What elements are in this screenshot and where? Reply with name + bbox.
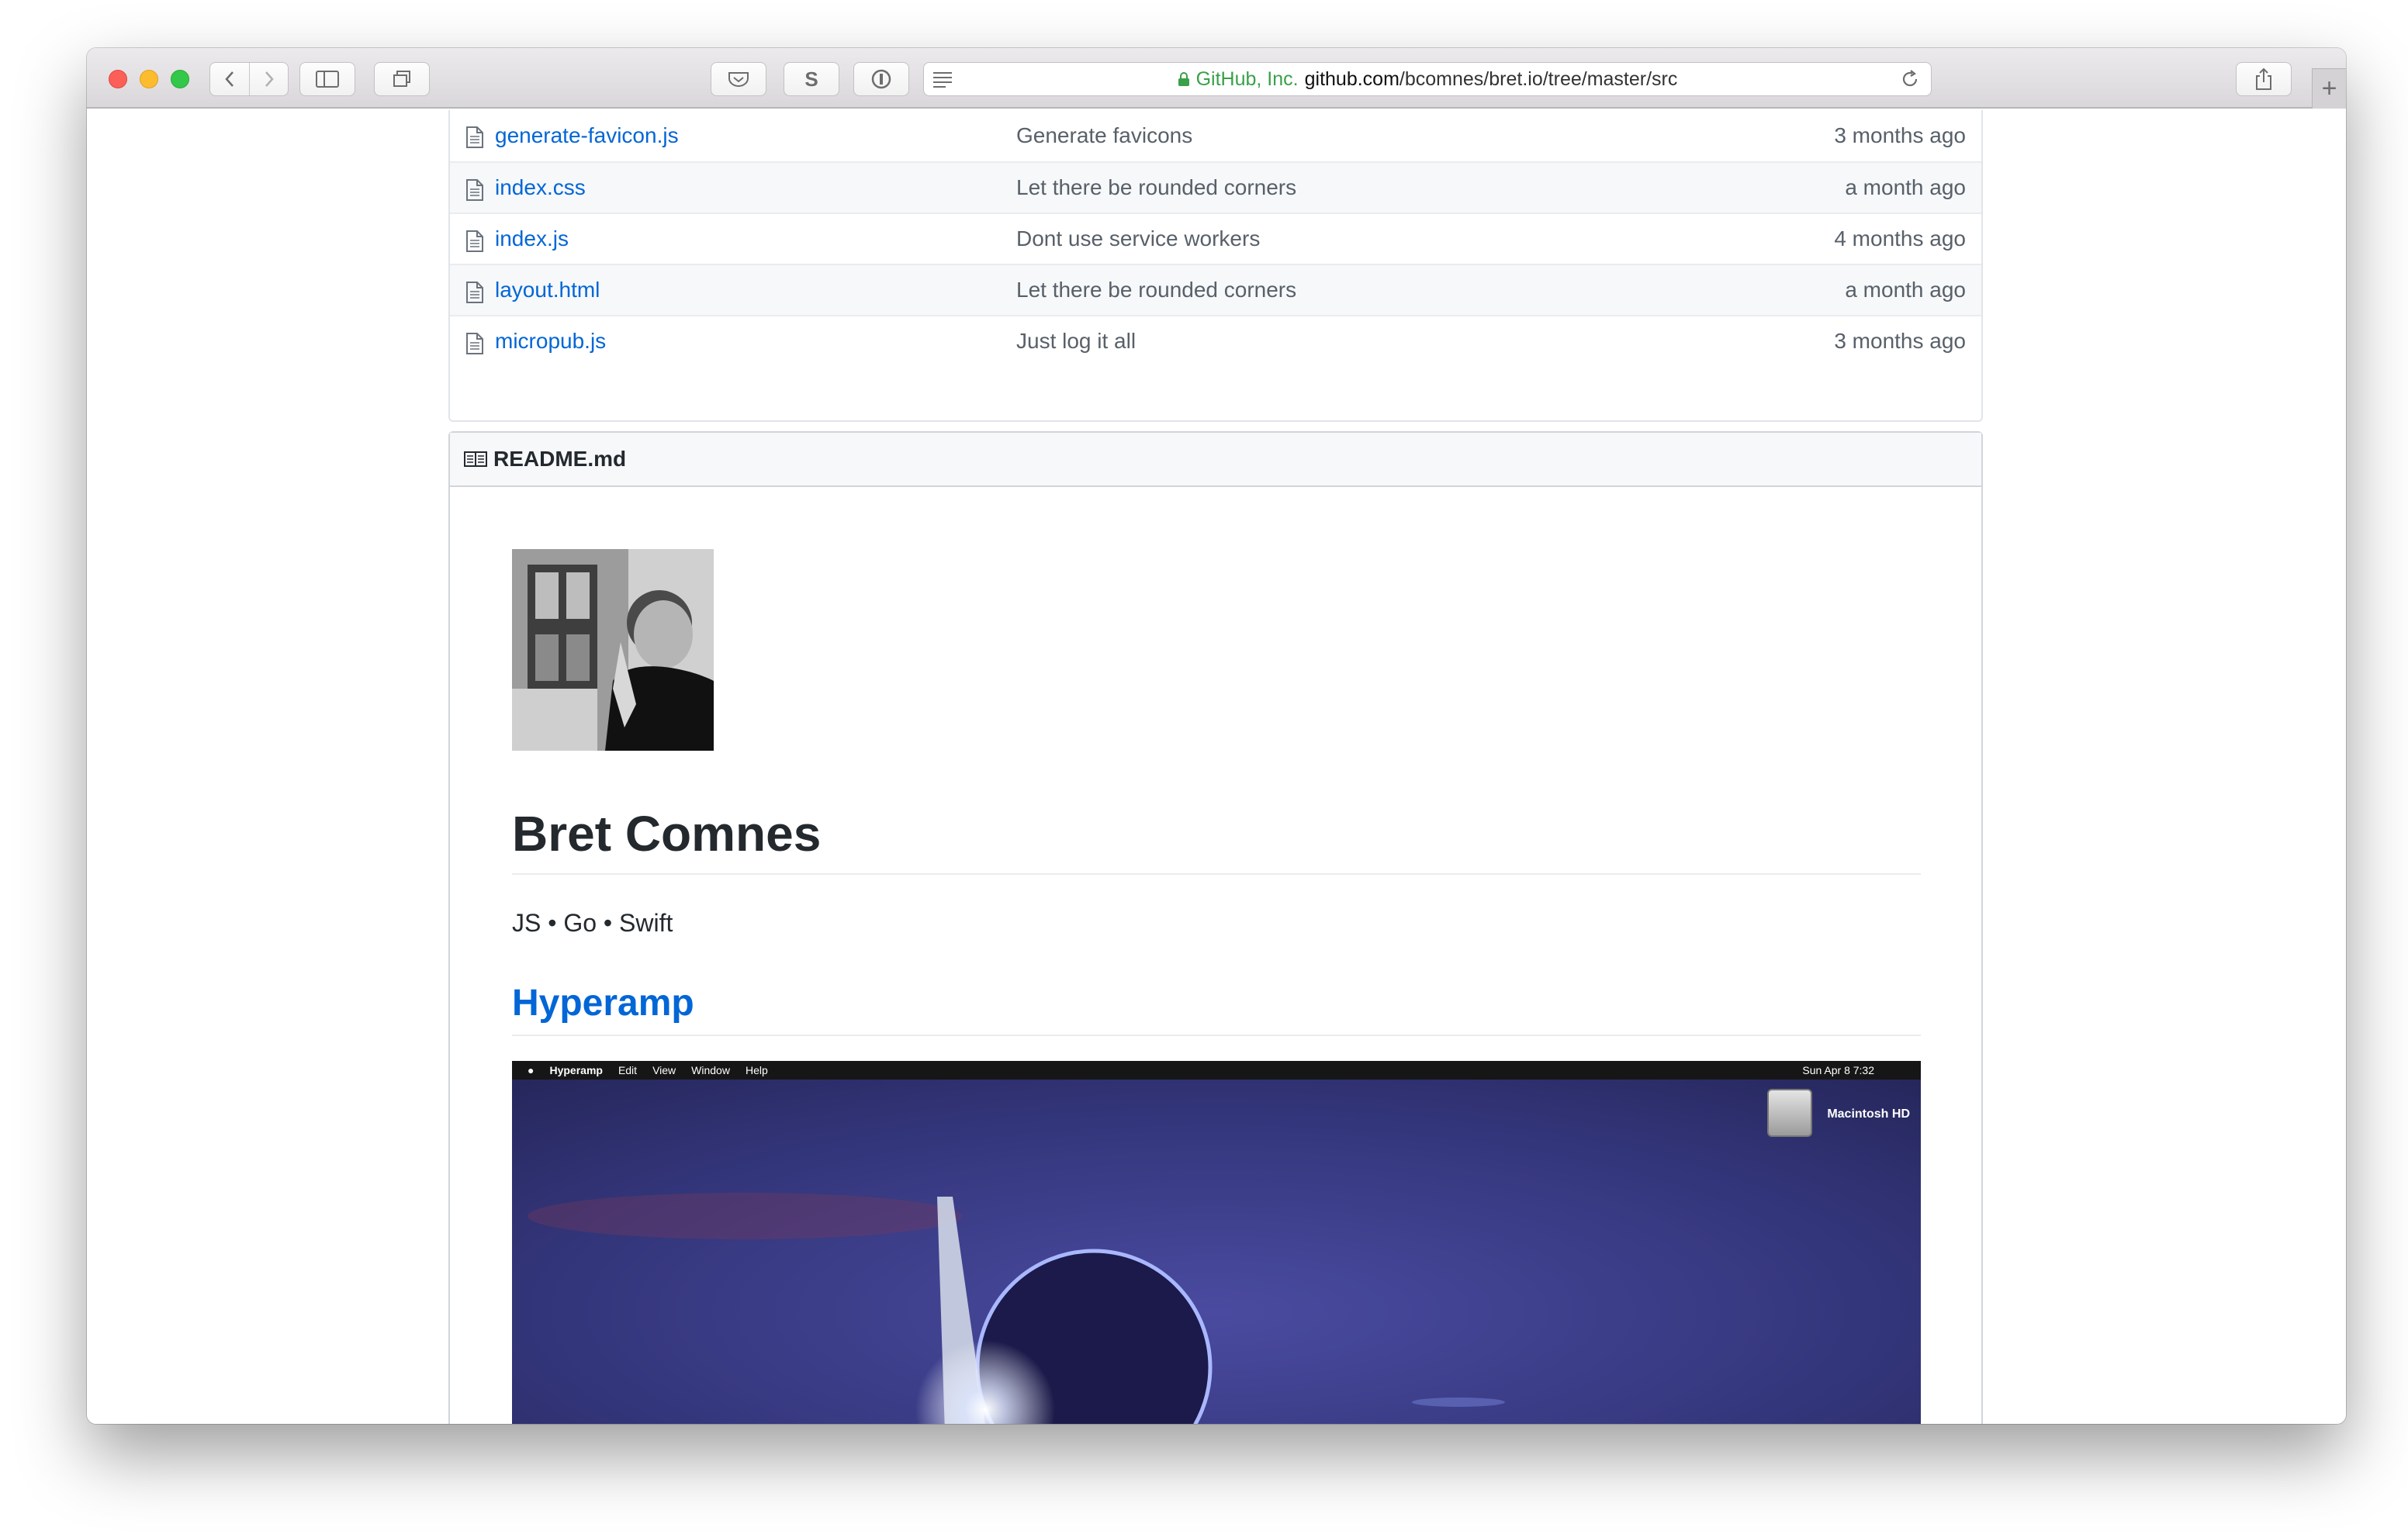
screenshot-menu-view: View	[652, 1064, 676, 1076]
file-row: generate-favicon.js Generate favicons 3 …	[450, 110, 1981, 161]
tabs-icon	[393, 71, 410, 87]
reader-view-icon[interactable]	[932, 69, 953, 95]
nav-buttons	[209, 62, 289, 96]
s-extension-label: S	[804, 67, 818, 91]
commit-age: 4 months ago	[1834, 226, 1966, 250]
certificate-owner: GitHub, Inc.	[1195, 67, 1299, 90]
divider	[512, 873, 1921, 875]
commit-message-link[interactable]: Dont use service workers	[1016, 226, 1260, 251]
commit-age: a month ago	[1845, 175, 1966, 199]
tab-overview-button[interactable]	[374, 62, 430, 96]
forward-button[interactable]	[249, 63, 288, 95]
file-name-link[interactable]: index.css	[495, 175, 586, 200]
screenshot-menu-help: Help	[745, 1064, 768, 1076]
url-domain: github.com	[1304, 67, 1399, 90]
file-icon	[466, 126, 483, 148]
reload-icon[interactable]	[1900, 69, 1920, 95]
file-name-link[interactable]: index.js	[495, 226, 569, 251]
file-row: micropub.js Just log it all 3 months ago	[450, 315, 1981, 366]
share-button[interactable]	[2236, 62, 2292, 96]
browser-toolbar: S GitHub, Inc. github.com/bcomnes/bret.i…	[87, 48, 2346, 109]
url-path: /bcomnes/bret.io/tree/master/src	[1399, 67, 1678, 90]
s-extension-button[interactable]: S	[784, 62, 839, 96]
readme-title: Bret Comnes	[512, 806, 822, 862]
divider	[512, 1035, 1921, 1036]
password-manager-button[interactable]	[853, 62, 909, 96]
screenshot-menu-edit: Edit	[618, 1064, 638, 1076]
chevron-left-icon	[225, 71, 234, 87]
readme-filename: README.md	[493, 447, 627, 471]
close-window-button[interactable]	[109, 70, 127, 88]
hyperamp-heading-link[interactable]: Hyperamp	[512, 982, 694, 1024]
commit-age: 3 months ago	[1834, 123, 1966, 147]
file-icon	[466, 282, 483, 303]
commit-message-link[interactable]: Let there be rounded corners	[1016, 278, 1296, 302]
file-name-link[interactable]: generate-favicon.js	[495, 123, 679, 148]
readme-header: README.md	[450, 433, 1981, 487]
file-row: index.js Dont use service workers 4 mont…	[450, 212, 1981, 264]
pocket-icon	[728, 72, 749, 88]
pocket-extension-button[interactable]	[711, 62, 766, 96]
file-list: generate-favicon.js Generate favicons 3 …	[448, 110, 1983, 422]
file-icon	[466, 333, 483, 354]
file-row: index.css Let there be rounded corners a…	[450, 161, 1981, 212]
zoom-window-button[interactable]	[171, 70, 189, 88]
hard-drive-icon	[1767, 1089, 1812, 1137]
commit-age: a month ago	[1845, 278, 1966, 302]
file-name-link[interactable]: micropub.js	[495, 329, 606, 354]
share-icon	[2256, 67, 2271, 90]
commit-message-link[interactable]: Generate favicons	[1016, 123, 1192, 148]
sidebar-button[interactable]	[299, 62, 355, 96]
book-icon	[464, 451, 487, 467]
chevron-right-icon	[265, 71, 274, 87]
back-button[interactable]	[210, 63, 249, 95]
hyperamp-screenshot[interactable]: ● Hyperamp Edit View Window Help Sun Apr…	[512, 1061, 1921, 1424]
file-row: layout.html Let there be rounded corners…	[450, 264, 1981, 315]
file-icon	[466, 230, 483, 252]
lock-icon	[1178, 72, 1189, 86]
minimize-window-button[interactable]	[140, 70, 158, 88]
page-content: generate-favicon.js Generate favicons 3 …	[87, 110, 2346, 1424]
commit-message-link[interactable]: Let there be rounded corners	[1016, 175, 1296, 200]
file-name-link[interactable]: layout.html	[495, 278, 600, 302]
screenshot-menubar: ● Hyperamp Edit View Window Help Sun Apr…	[512, 1061, 1921, 1080]
browser-window: S GitHub, Inc. github.com/bcomnes/bret.i…	[87, 48, 2346, 1424]
onepassword-icon	[871, 69, 891, 89]
address-bar[interactable]: GitHub, Inc. github.com/bcomnes/bret.io/…	[923, 62, 1932, 96]
readme-panel: README.md Bret Comnes JS • Go • Swift Hy…	[448, 431, 1983, 1424]
new-tab-button[interactable]: +	[2312, 68, 2346, 109]
screenshot-menu-window: Window	[691, 1064, 730, 1076]
hard-drive-label: Macintosh HD	[1827, 1107, 1910, 1121]
commit-message-link[interactable]: Just log it all	[1016, 329, 1136, 354]
screenshot-clock: Sun Apr 8 7:32	[1802, 1064, 1874, 1076]
sidebar-icon	[316, 71, 339, 88]
commit-age: 3 months ago	[1834, 329, 1966, 353]
screenshot-app-name: Hyperamp	[549, 1064, 603, 1076]
readme-tagline: JS • Go • Swift	[512, 909, 673, 937]
file-icon	[466, 179, 483, 201]
new-tab-label: +	[2321, 74, 2337, 103]
apple-icon: ●	[528, 1064, 535, 1076]
avatar	[512, 549, 714, 751]
screenshot-status-icons: Sun Apr 8 7:32	[1787, 1064, 1874, 1076]
